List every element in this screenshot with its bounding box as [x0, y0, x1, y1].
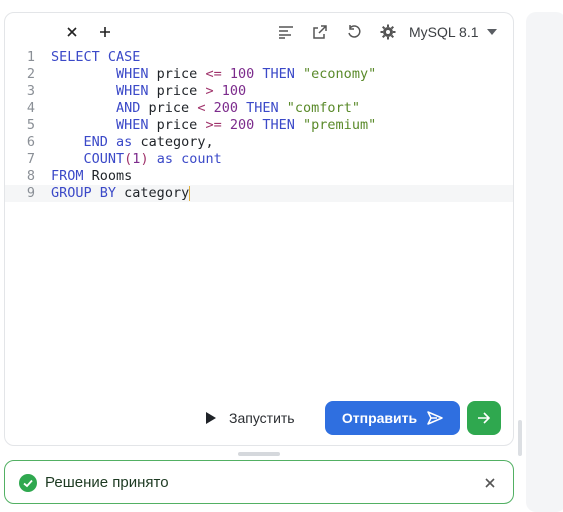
line-number: 4 [26, 100, 35, 116]
code-line: 8 FROM Rooms [5, 168, 513, 185]
code-text: WHEN price <= 100 THEN "economy" [116, 66, 377, 82]
code-text: END as category, [83, 134, 214, 150]
close-icon [485, 478, 495, 488]
code-line: 3 WHEN price > 100 [5, 83, 513, 100]
code-editor[interactable]: 1 SELECT CASE 2 WHEN price <= 100 THEN "e… [5, 49, 513, 209]
line-number: 6 [26, 134, 35, 150]
add-tab-button[interactable] [94, 21, 116, 43]
submit-button-label: Отправить [341, 410, 418, 426]
arrow-right-icon [478, 412, 491, 424]
editor-toolbar: MySQL 8.1 [5, 13, 513, 49]
format-icon [279, 26, 293, 39]
code-line: 5 WHEN price >= 200 THEN "premium" [5, 117, 513, 134]
run-button-label: Запустить [229, 410, 295, 426]
format-button[interactable] [274, 20, 298, 44]
run-button[interactable]: Запустить [205, 401, 295, 435]
text-cursor [189, 185, 191, 201]
line-number: 2 [26, 66, 35, 82]
status-banner: Решение принято [4, 460, 514, 504]
code-line: 1 SELECT CASE [5, 49, 513, 66]
code-text: WHEN price >= 200 THEN "premium" [116, 117, 377, 133]
line-number: 8 [26, 168, 35, 184]
code-text: COUNT(1) as count [83, 151, 222, 167]
code-editor-panel: MySQL 8.1 1 SELECT CASE 2 WHEN price <= 1… [4, 12, 514, 446]
language-select[interactable]: MySQL 8.1 [409, 20, 497, 44]
play-icon [206, 412, 216, 424]
code-text: AND price < 200 THEN "comfort" [116, 100, 360, 116]
plus-icon [100, 27, 110, 37]
code-text: SELECT CASE [51, 49, 141, 65]
check-circle-icon [19, 474, 37, 492]
language-label: MySQL 8.1 [409, 24, 479, 40]
line-number: 7 [26, 151, 35, 167]
code-text: WHEN price > 100 [116, 83, 247, 99]
reset-button[interactable] [342, 20, 366, 44]
submit-button[interactable]: Отправить [325, 401, 460, 435]
line-number: 3 [26, 83, 35, 99]
code-line: 6 END as category, [5, 134, 513, 151]
code-text: GROUP BY category [51, 185, 191, 201]
resize-handle[interactable] [238, 452, 280, 456]
close-icon [67, 27, 77, 37]
status-text: Решение принято [45, 474, 169, 491]
close-tab-button[interactable] [61, 21, 83, 43]
code-line: 4 AND price < 200 THEN "comfort" [5, 100, 513, 117]
scrollbar-thumb[interactable] [518, 420, 522, 456]
code-line: 7 COUNT(1) as count [5, 151, 513, 168]
code-line-active: 9 GROUP BY category [5, 185, 513, 202]
close-banner-button[interactable] [481, 474, 499, 492]
send-icon [427, 411, 443, 425]
open-external-button[interactable] [308, 20, 332, 44]
settings-icon [380, 24, 396, 40]
chevron-down-icon [486, 29, 497, 35]
line-number: 9 [26, 185, 35, 201]
line-number: 5 [26, 117, 35, 133]
settings-button[interactable] [376, 20, 400, 44]
line-number: 1 [26, 49, 35, 65]
external-link-icon [313, 25, 327, 39]
side-panel [526, 12, 563, 512]
code-line: 2 WHEN price <= 100 THEN "economy" [5, 66, 513, 83]
reset-icon [348, 25, 361, 38]
next-button[interactable] [467, 401, 501, 435]
code-text: FROM Rooms [51, 168, 133, 184]
